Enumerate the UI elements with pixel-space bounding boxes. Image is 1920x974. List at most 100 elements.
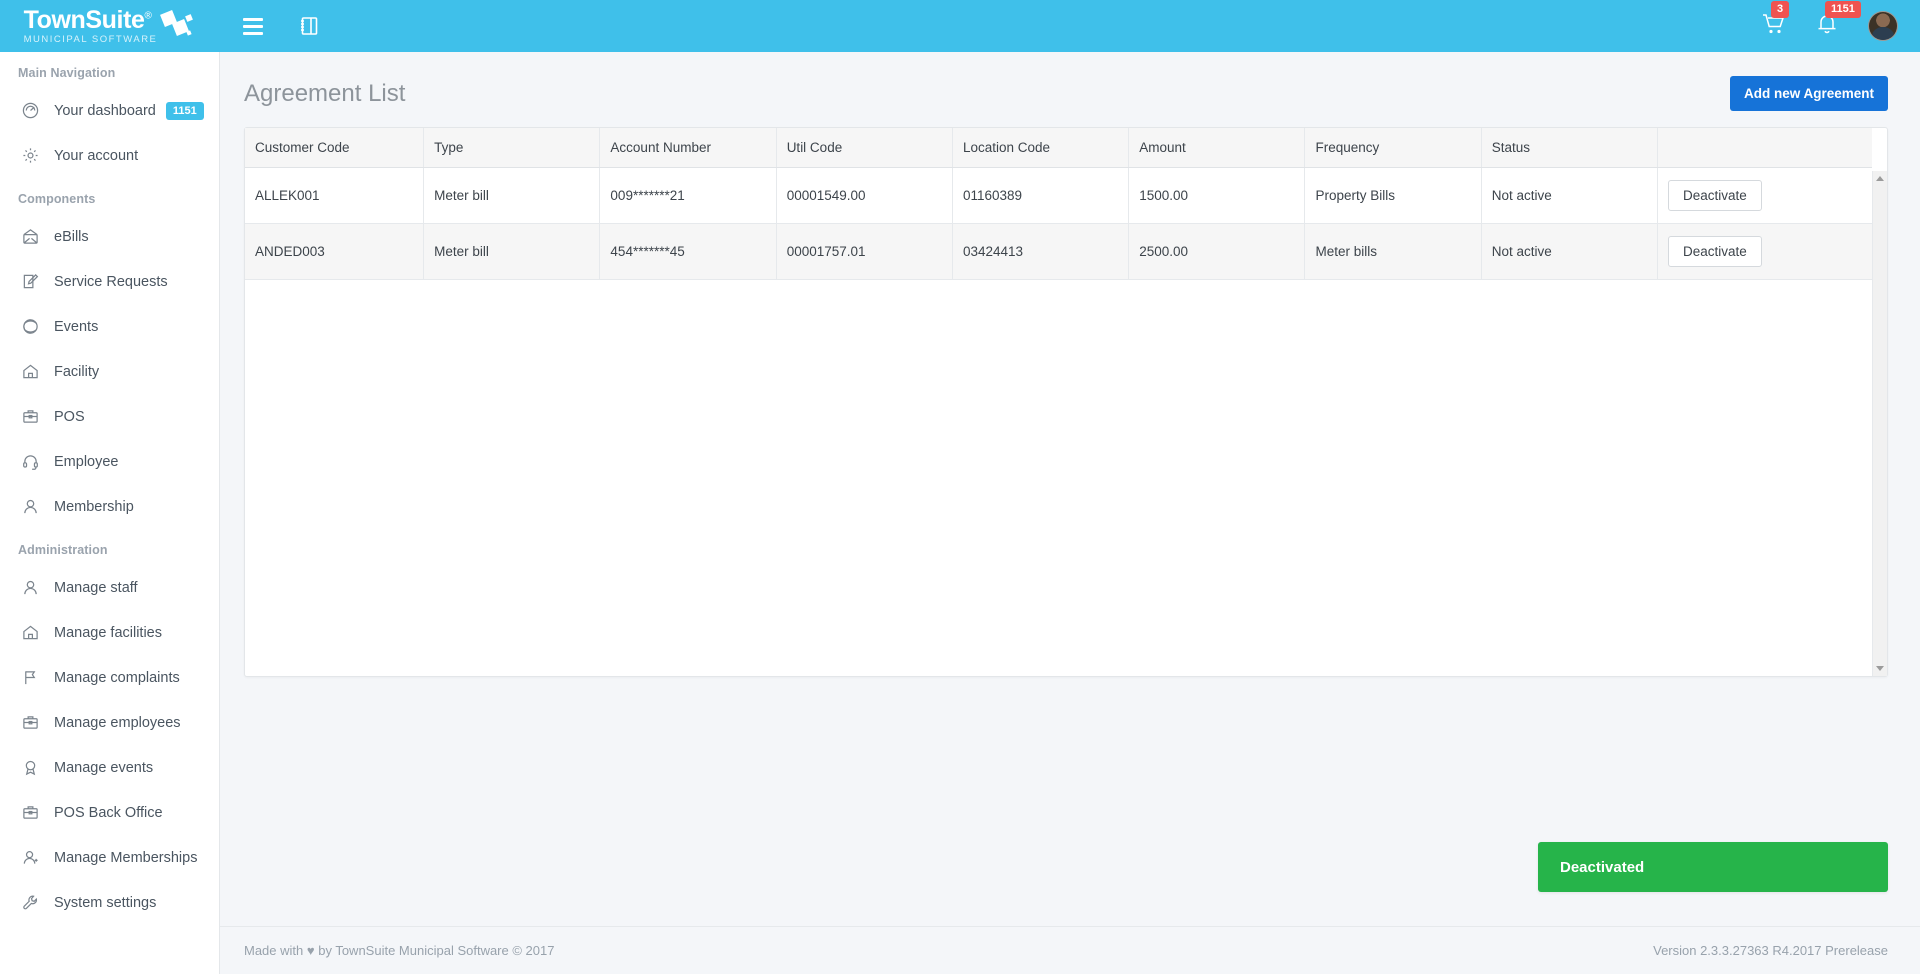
cell-account-number: 454*******45: [599, 223, 777, 280]
briefcase-icon: [22, 408, 48, 425]
footer-version: Version 2.3.3.27363 R4.2017 Prerelease: [1653, 943, 1888, 958]
main-content: Agreement List Add new Agreement Custome…: [220, 52, 1920, 926]
table-row[interactable]: ANDED003 Meter bill 454*******45 0000175…: [245, 223, 1872, 280]
table-header-row: Customer Code Type Account Number Util C…: [245, 128, 1872, 168]
sidebar-item-label: Membership: [54, 498, 134, 515]
sidebar-item-manage-complaints[interactable]: Manage complaints: [0, 655, 219, 700]
table-body: ALLEK001 Meter bill 009*******21 0000154…: [245, 167, 1872, 280]
cart-badge: 3: [1771, 0, 1790, 18]
sidebar-item-your-dashboard[interactable]: Your dashboard 1151: [0, 88, 219, 133]
column-header-type[interactable]: Type: [423, 128, 601, 168]
sidebar-item-label: POS: [54, 408, 85, 425]
footer-credit-prefix: Made with: [244, 943, 304, 958]
cell-util-code: 00001757.01: [776, 223, 953, 280]
sidebar-item-your-account[interactable]: Your account: [0, 133, 219, 178]
sidebar-item-label: Manage complaints: [54, 669, 180, 686]
briefcase-icon: [22, 804, 48, 821]
sidebar-item-label: Manage staff: [54, 579, 138, 596]
sidebar-item-label: Employee: [54, 453, 119, 470]
sidebar-item-label: POS Back Office: [54, 804, 163, 821]
person-icon: [22, 498, 48, 515]
toast-notification[interactable]: Deactivated: [1538, 842, 1888, 892]
bell-icon[interactable]: 1151: [1816, 0, 1861, 40]
cell-status: Not active: [1481, 167, 1659, 224]
cell-amount: 1500.00: [1128, 167, 1306, 224]
gauge-icon: [22, 102, 48, 119]
cell-type: Meter bill: [423, 223, 601, 280]
award-icon: [22, 759, 48, 776]
sidebar-item-label: System settings: [54, 894, 157, 911]
sidebar-item-label: eBills: [54, 228, 89, 245]
headset-icon: [22, 453, 48, 470]
sidebar-item-manage-events[interactable]: Manage events: [0, 745, 219, 790]
avatar[interactable]: [1868, 11, 1898, 41]
sidebar-item-manage-staff[interactable]: Manage staff: [0, 565, 219, 610]
deactivate-button[interactable]: Deactivate: [1668, 180, 1762, 211]
column-header-amount[interactable]: Amount: [1128, 128, 1306, 168]
scroll-up-arrow-icon[interactable]: [1876, 176, 1884, 181]
sidebar-item-label: Manage facilities: [54, 624, 162, 641]
sidebar-item-pos[interactable]: POS: [0, 394, 219, 439]
sidebar-item-events[interactable]: Events: [0, 304, 219, 349]
cell-actions: Deactivate: [1657, 223, 1872, 280]
cell-type: Meter bill: [423, 167, 601, 224]
column-header-frequency[interactable]: Frequency: [1304, 128, 1482, 168]
footer-credit-suffix: by TownSuite Municipal Software © 2017: [318, 943, 555, 958]
deactivate-button[interactable]: Deactivate: [1668, 236, 1762, 267]
column-header-util-code[interactable]: Util Code: [776, 128, 953, 168]
sidebar-item-manage-memberships[interactable]: Manage Memberships: [0, 835, 219, 880]
cell-account-number: 009*******21: [599, 167, 777, 224]
sidebar-item-pos-back-office[interactable]: POS Back Office: [0, 790, 219, 835]
sidebar-item-service-requests[interactable]: Service Requests: [0, 259, 219, 304]
cell-customer-code: ALLEK001: [245, 167, 425, 224]
person-icon: [22, 579, 48, 596]
book-panel-icon[interactable]: [294, 11, 324, 41]
column-header-location-code[interactable]: Location Code: [952, 128, 1130, 168]
agreement-table: Customer Code Type Account Number Util C…: [245, 128, 1872, 280]
hamburger-icon[interactable]: [238, 11, 268, 41]
sidebar-item-facility[interactable]: Facility: [0, 349, 219, 394]
sidebar-heading-administration: Administration: [18, 543, 108, 557]
cell-amount: 2500.00: [1128, 223, 1306, 280]
cell-util-code: 00001549.00: [776, 167, 953, 224]
sidebar-item-system-settings[interactable]: System settings: [0, 880, 219, 925]
bell-badge: 1151: [1825, 0, 1861, 18]
sidebar-item-membership[interactable]: Membership: [0, 484, 219, 529]
add-new-agreement-button[interactable]: Add new Agreement: [1729, 76, 1888, 111]
cell-frequency: Property Bills: [1304, 167, 1482, 224]
agreement-list-panel: Customer Code Type Account Number Util C…: [244, 127, 1888, 677]
logo-subtitle: MUNICIPAL SOFTWARE: [23, 33, 158, 45]
sidebar-item-employee[interactable]: Employee: [0, 439, 219, 484]
sidebar-heading-components: Components: [18, 192, 96, 206]
logo-title: TownSuite: [23, 5, 145, 34]
column-header-status[interactable]: Status: [1481, 128, 1659, 168]
sidebar-item-manage-employees[interactable]: Manage employees: [0, 700, 219, 745]
column-header-account-number[interactable]: Account Number: [599, 128, 777, 168]
table-header: Customer Code Type Account Number Util C…: [245, 128, 1872, 168]
sidebar-item-label: Manage events: [54, 759, 154, 776]
sidebar-item-label: Facility: [54, 363, 100, 380]
footer-credit: Made with ♥ by TownSuite Municipal Softw…: [244, 943, 554, 958]
table-row[interactable]: ALLEK001 Meter bill 009*******21 0000154…: [245, 167, 1872, 224]
pencil-square-icon: [22, 273, 48, 290]
sidebar-item-label: Your account: [54, 147, 139, 164]
page-header: Agreement List Add new Agreement: [220, 52, 1920, 127]
sidebar-item-label: Manage Memberships: [54, 849, 198, 866]
column-header-actions: [1657, 128, 1872, 168]
person-plus-icon: [22, 849, 48, 866]
sidebar-item-label: Service Requests: [54, 273, 168, 290]
cell-location-code: 03424413: [952, 223, 1130, 280]
scroll-down-arrow-icon[interactable]: [1876, 666, 1884, 671]
sidebar-item-label: Events: [54, 318, 99, 335]
cell-actions: Deactivate: [1657, 167, 1872, 224]
table-vertical-scrollbar[interactable]: [1872, 171, 1887, 676]
sidebar-item-manage-facilities[interactable]: Manage facilities: [0, 610, 219, 655]
sidebar-item-ebills[interactable]: eBills: [0, 214, 219, 259]
brand-logo[interactable]: TownSuite® MUNICIPAL SOFTWARE: [0, 0, 220, 52]
cell-location-code: 01160389: [952, 167, 1130, 224]
flag-icon: [22, 669, 48, 686]
cart-icon[interactable]: 3: [1762, 0, 1790, 40]
sidebar: Main Navigation Your dashboard 1151 Your…: [0, 52, 220, 974]
sidebar-item-label: Your dashboard: [54, 102, 156, 119]
column-header-customer-code[interactable]: Customer Code: [245, 128, 425, 168]
